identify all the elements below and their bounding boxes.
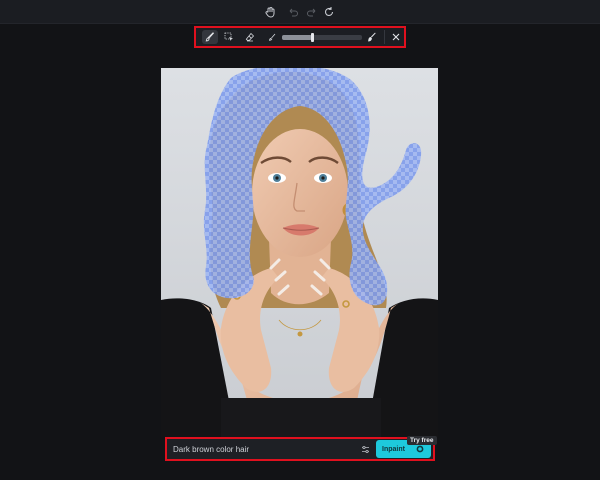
undo-icon[interactable] (286, 5, 300, 19)
prompt-input[interactable] (173, 442, 353, 456)
close-button[interactable] (388, 30, 404, 44)
prompt-bar: Inpaint Try free (165, 436, 437, 461)
brush-size-small-button[interactable] (264, 30, 280, 44)
sliders-icon (361, 445, 369, 453)
eraser-icon (245, 32, 255, 42)
mask-toolbar (194, 26, 406, 48)
brush-size-small-icon (269, 33, 276, 41)
brush-icon (205, 32, 215, 42)
redo-icon[interactable] (305, 5, 319, 19)
credit-icon (416, 445, 424, 453)
inpaint-label: Inpaint (382, 445, 405, 453)
image-canvas[interactable] (161, 68, 438, 437)
brush-tool-button[interactable] (202, 30, 218, 44)
top-bar (0, 0, 600, 24)
smart-select-icon (224, 32, 233, 41)
hand-icon[interactable] (263, 5, 277, 19)
brush-size-thumb[interactable] (311, 33, 315, 42)
brush-size-slider[interactable] (282, 33, 362, 42)
reset-icon[interactable] (322, 5, 336, 19)
toolbar-divider (384, 30, 385, 44)
eraser-button[interactable] (242, 30, 258, 44)
try-free-badge: Try free (407, 436, 437, 445)
brush-size-large-button[interactable] (364, 30, 380, 44)
close-icon (392, 33, 400, 41)
brush-size-fill (282, 35, 313, 40)
settings-button[interactable] (359, 443, 371, 455)
brush-size-large-icon (368, 32, 376, 42)
smart-select-button[interactable] (221, 30, 237, 44)
